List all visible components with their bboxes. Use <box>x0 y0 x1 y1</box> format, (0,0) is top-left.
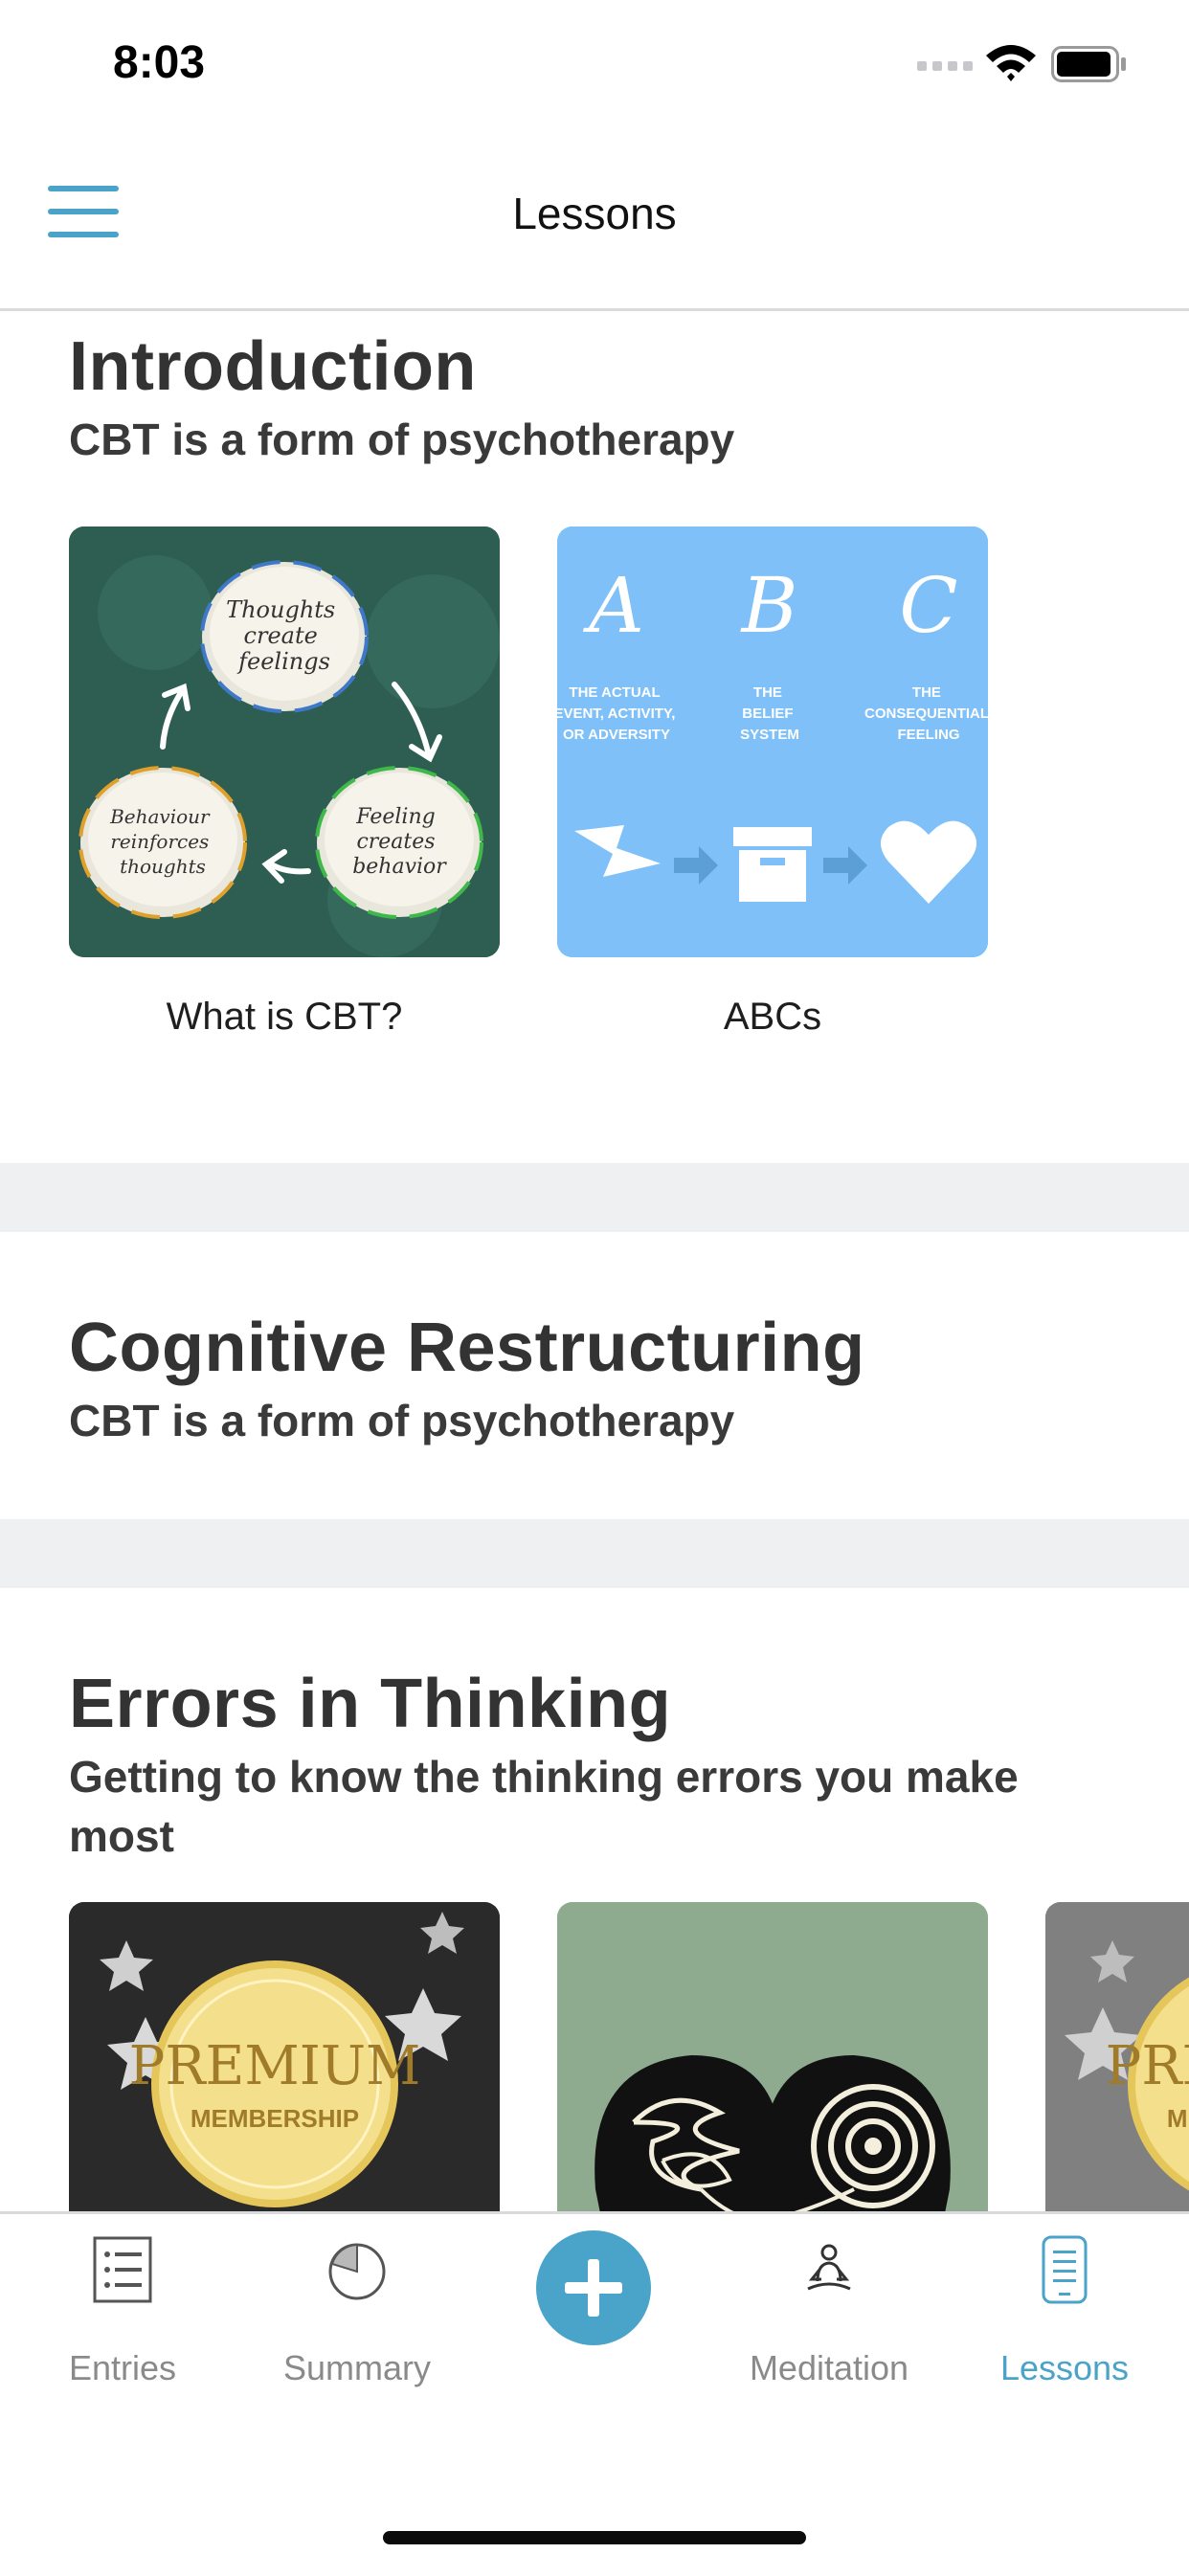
cycle-text-behaviour: Behaviour reinforces thoughts <box>109 805 215 878</box>
membership-text: MEMBERSHIP <box>1167 2104 1189 2133</box>
abc-letter-a: A <box>582 561 644 650</box>
two-heads-illustration <box>557 1902 988 2211</box>
section-cognitive-restructuring[interactable]: Cognitive Restructuring CBT is a form of… <box>0 1232 1189 1519</box>
premium-membership-illustration: PREMIUM MEMBERSHIP <box>1045 1902 1189 2211</box>
section-errors-in-thinking: Errors in Thinking Getting to know the t… <box>0 1588 1189 2211</box>
section-introduction: Introduction CBT is a form of psychother… <box>0 311 1189 1163</box>
tab-lessons[interactable]: Lessons <box>969 2235 1160 2388</box>
tab-label: Meditation <box>749 2348 909 2387</box>
tab-label: Entries <box>68 2348 177 2387</box>
section-separator <box>0 1519 1189 1588</box>
abc-letter-c: C <box>899 561 957 650</box>
cellular-signal-icon <box>917 61 973 71</box>
premium-membership-illustration: PREMIUM MEMBERSHIP <box>69 1902 500 2211</box>
section-separator <box>0 1163 1189 1232</box>
lessons-list[interactable]: Introduction CBT is a form of psychother… <box>0 311 1189 2211</box>
battery-icon <box>1051 46 1126 82</box>
lesson-card-thinking-heads[interactable] <box>557 1902 988 2211</box>
lesson-card-what-is-cbt[interactable]: Thoughts create feelings Feeling creates… <box>69 526 500 1063</box>
lesson-card-label: What is CBT? <box>166 996 403 1038</box>
lesson-thumbnail: A B C THE ACTUAL EVENT, ACTIVITY, OR ADV… <box>557 526 988 957</box>
lesson-thumbnail <box>557 1902 988 2211</box>
add-entry-button[interactable] <box>536 2230 651 2345</box>
cbt-cycle-illustration: Thoughts create feelings Feeling creates… <box>69 526 500 957</box>
wifi-icon <box>986 45 1036 81</box>
list-icon <box>93 2236 152 2303</box>
status-bar: 8:03 <box>0 0 1189 134</box>
premium-text: PREMIUM <box>1106 2035 1189 2097</box>
tab-summary[interactable]: Summary <box>261 2235 453 2388</box>
lesson-thumbnail: PREMIUM MEMBERSHIP <box>1045 1902 1189 2211</box>
cycle-text-feeling: Feeling creates behavior <box>352 805 447 879</box>
abc-letter-b: B <box>740 561 798 650</box>
section-subtitle: CBT is a form of psychotherapy <box>69 414 735 464</box>
membership-text: MEMBERSHIP <box>191 2104 359 2133</box>
lesson-card-abcs[interactable]: A B C THE ACTUAL EVENT, ACTIVITY, OR ADV… <box>557 526 988 1063</box>
tab-meditation[interactable]: Meditation <box>733 2235 925 2388</box>
section-title: Introduction <box>69 328 477 405</box>
status-time: 8:03 <box>113 37 206 88</box>
section-subtitle: Getting to know the thinking errors you … <box>69 1752 1019 1861</box>
section-title: Cognitive Restructuring <box>69 1310 865 1386</box>
premium-text: PREMIUM <box>129 2035 421 2097</box>
lesson-thumbnail: PREMIUM MEMBERSHIP <box>69 1902 500 2211</box>
lesson-card-label: ABCs <box>723 996 822 1038</box>
lesson-thumbnail: Thoughts create feelings Feeling creates… <box>69 526 500 957</box>
tab-label: Lessons <box>999 2348 1130 2387</box>
lesson-card-premium[interactable]: PREMIUM MEMBERSHIP <box>69 1902 500 2211</box>
section-title: Errors in Thinking <box>69 1666 672 1742</box>
abc-caption-a: THE ACTUAL EVENT, ACTIVITY, OR ADVERSITY <box>557 684 680 743</box>
abc-model-illustration: A B C THE ACTUAL EVENT, ACTIVITY, OR ADV… <box>557 526 988 957</box>
plus-icon <box>565 2259 622 2317</box>
phone-book-icon <box>1042 2235 1088 2304</box>
home-indicator <box>383 2531 806 2544</box>
tab-entries[interactable]: Entries <box>27 2235 218 2388</box>
meditation-icon <box>807 2244 851 2291</box>
lesson-card-premium[interactable]: PREMIUM MEMBERSHIP <box>1045 1902 1189 2211</box>
pie-chart-icon <box>328 2243 386 2300</box>
tab-label: Summary <box>282 2348 432 2387</box>
section-subtitle: CBT is a form of psychotherapy <box>69 1396 735 1445</box>
page-title: Lessons <box>512 189 677 238</box>
